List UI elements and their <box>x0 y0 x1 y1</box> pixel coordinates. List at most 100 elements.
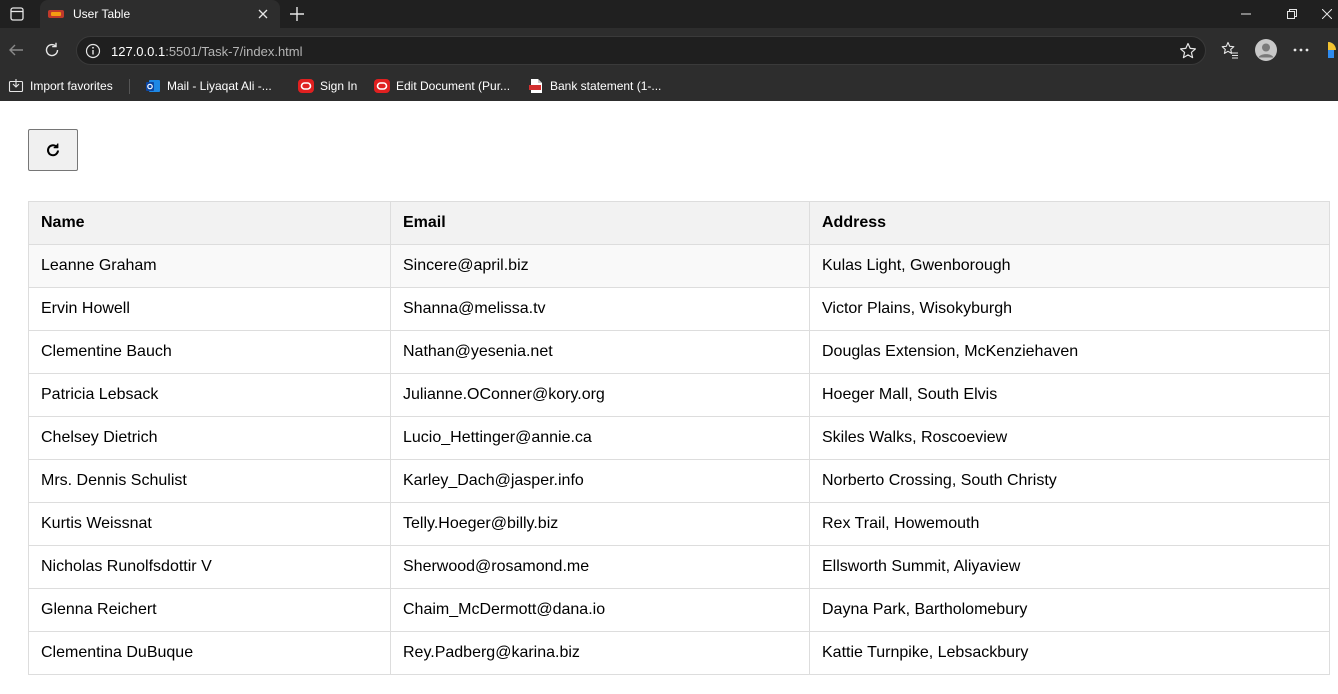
more-dots-icon <box>1293 48 1309 52</box>
tab-actions-icon <box>10 7 24 21</box>
address-cell: Kattie Turnpike, Lebsackbury <box>809 631 1330 675</box>
close-icon <box>258 9 268 19</box>
bookmark-label: Edit Document (Pur... <box>396 79 511 93</box>
email-cell: Lucio_Hettinger@annie.ca <box>390 416 810 460</box>
table-row: Patricia Lebsack Julianne.OConner@kory.or… <box>28 373 1330 417</box>
favorite-star-icon[interactable] <box>1179 42 1197 60</box>
table-body: Leanne Graham Sincere@april.biz Kulas Ligh… <box>28 244 1330 675</box>
bookmark-sign-in[interactable]: Sign In <box>298 77 357 95</box>
email-cell: Shanna@melissa.tv <box>390 287 810 331</box>
name-cell: Mrs. Dennis Schulist <box>28 459 391 503</box>
favorites-button[interactable] <box>1216 36 1244 64</box>
pdf-icon <box>528 78 544 94</box>
email-cell: Telly.Hoeger@billy.biz <box>390 502 810 546</box>
close-tab-button[interactable] <box>252 3 274 25</box>
table-row: Chelsey Dietrich Lucio_Hettinger@annie.ca… <box>28 416 1330 460</box>
browser-toolbar: 127.0.0.1:5501/Task-7/index.html <box>0 28 1338 72</box>
bookmark-label: Bank statement (1-... <box>550 79 662 93</box>
bookmark-divider <box>129 79 130 94</box>
url-host: 127.0.0.1 <box>111 44 166 59</box>
minimize-button[interactable] <box>1223 0 1269 28</box>
site-info-icon[interactable] <box>85 43 101 59</box>
address-cell: Rex Trail, Howemouth <box>809 502 1330 546</box>
email-cell: Sincere@april.biz <box>390 244 810 288</box>
bookmarks-bar: Import favorites Mail - Liyaqat Ali -...… <box>0 72 1338 101</box>
name-cell: Kurtis Weissnat <box>28 502 391 546</box>
email-cell: Karley_Dach@jasper.info <box>390 459 810 503</box>
page-viewport: Name Email Address Leanne Graham Sincere@… <box>0 101 1338 694</box>
oracle-icon <box>298 78 314 94</box>
address-bar[interactable]: 127.0.0.1:5501/Task-7/index.html <box>76 36 1206 65</box>
table-row: Ervin Howell Shanna@melissa.tv Victor Plai… <box>28 287 1330 331</box>
table-row: Leanne Graham Sincere@april.biz Kulas Ligh… <box>28 244 1330 288</box>
bookmark-import-favorites[interactable]: Import favorites <box>8 77 113 95</box>
name-cell: Patricia Lebsack <box>28 373 391 417</box>
address-cell: Norberto Crossing, South Christy <box>809 459 1330 503</box>
email-cell: Julianne.OConner@kory.org <box>390 373 810 417</box>
bookmark-bank-statement[interactable]: Bank statement (1-... <box>528 77 661 95</box>
avatar-icon <box>1255 39 1277 61</box>
restore-button[interactable] <box>1269 0 1315 28</box>
address-cell: Victor Plains, Wisokyburgh <box>809 287 1330 331</box>
address-cell: Hoeger Mall, South Elvis <box>809 373 1330 417</box>
name-cell: Nicholas Runolfsdottir V <box>28 545 391 589</box>
email-cell: Rey.Padberg@karina.biz <box>390 631 810 675</box>
back-arrow-icon <box>9 44 23 56</box>
oracle-icon <box>374 78 390 94</box>
tab-bar: User Table <box>0 0 1338 28</box>
reload-icon <box>45 42 59 57</box>
tab-actions-button[interactable] <box>0 0 34 28</box>
outlook-icon <box>145 78 161 94</box>
header-address: Address <box>809 201 1330 245</box>
address-cell: Dayna Park, Bartholomebury <box>809 588 1330 632</box>
name-cell: Chelsey Dietrich <box>28 416 391 460</box>
table-row: Glenna Reichert Chaim_McDermott@dana.io Da… <box>28 588 1330 632</box>
email-cell: Chaim_McDermott@dana.io <box>390 588 810 632</box>
tab-title: User Table <box>73 7 131 21</box>
name-cell: Leanne Graham <box>28 244 391 288</box>
settings-menu-button[interactable] <box>1287 36 1315 64</box>
restore-icon <box>1287 9 1297 19</box>
address-cell: Douglas Extension, McKenziehaven <box>809 330 1330 374</box>
address-cell: Skiles Walks, Roscoeview <box>809 416 1330 460</box>
bookmark-edit-document[interactable]: Edit Document (Pur... <box>374 77 510 95</box>
email-cell: Nathan@yesenia.net <box>390 330 810 374</box>
close-icon <box>1321 9 1332 19</box>
reload-button[interactable] <box>38 36 66 64</box>
favorites-list-icon <box>1221 41 1238 59</box>
table-row: Clementine Bauch Nathan@yesenia.net Dougla… <box>28 330 1330 374</box>
header-email: Email <box>390 201 810 245</box>
copilot-icon <box>1328 42 1336 58</box>
plus-icon <box>290 7 304 21</box>
url-text[interactable]: 127.0.0.1:5501/Task-7/index.html <box>111 44 303 59</box>
bookmark-label: Sign In <box>320 79 358 93</box>
copilot-button[interactable] <box>1322 36 1338 64</box>
name-cell: Clementina DuBuque <box>28 631 391 675</box>
header-name: Name <box>28 201 391 245</box>
minimize-icon <box>1241 13 1251 15</box>
table-row: Nicholas Runolfsdottir V Sherwood@rosamon… <box>28 545 1330 589</box>
table-header-row: Name Email Address <box>28 201 1330 245</box>
new-tab-button[interactable] <box>284 2 310 26</box>
close-window-button[interactable] <box>1315 0 1338 28</box>
user-table: Name Email Address Leanne Graham Sincere@… <box>28 201 1330 675</box>
profile-button[interactable] <box>1252 36 1280 64</box>
bookmark-label: Mail - Liyaqat Ali -... <box>167 79 272 93</box>
bookmark-mail[interactable]: Mail - Liyaqat Ali -... <box>145 77 272 95</box>
email-cell: Sherwood@rosamond.me <box>390 545 810 589</box>
active-tab[interactable]: User Table <box>40 0 280 28</box>
table-row: Clementina DuBuque Rey.Padberg@karina.biz… <box>28 631 1330 675</box>
address-cell: Kulas Light, Gwenborough <box>809 244 1330 288</box>
refresh-button[interactable] <box>28 129 78 171</box>
bookmark-label: Import favorites <box>30 79 113 93</box>
import-icon <box>8 78 24 94</box>
url-path: :5501/Task-7/index.html <box>165 44 303 59</box>
table-row: Mrs. Dennis Schulist Karley_Dach@jasper.i… <box>28 459 1330 503</box>
name-cell: Glenna Reichert <box>28 588 391 632</box>
name-cell: Ervin Howell <box>28 287 391 331</box>
name-cell: Clementine Bauch <box>28 330 391 374</box>
address-cell: Ellsworth Summit, Aliyaview <box>809 545 1330 589</box>
back-button[interactable] <box>2 36 30 64</box>
refresh-icon <box>47 143 59 157</box>
table-row: Kurtis Weissnat Telly.Hoeger@billy.biz Rex… <box>28 502 1330 546</box>
